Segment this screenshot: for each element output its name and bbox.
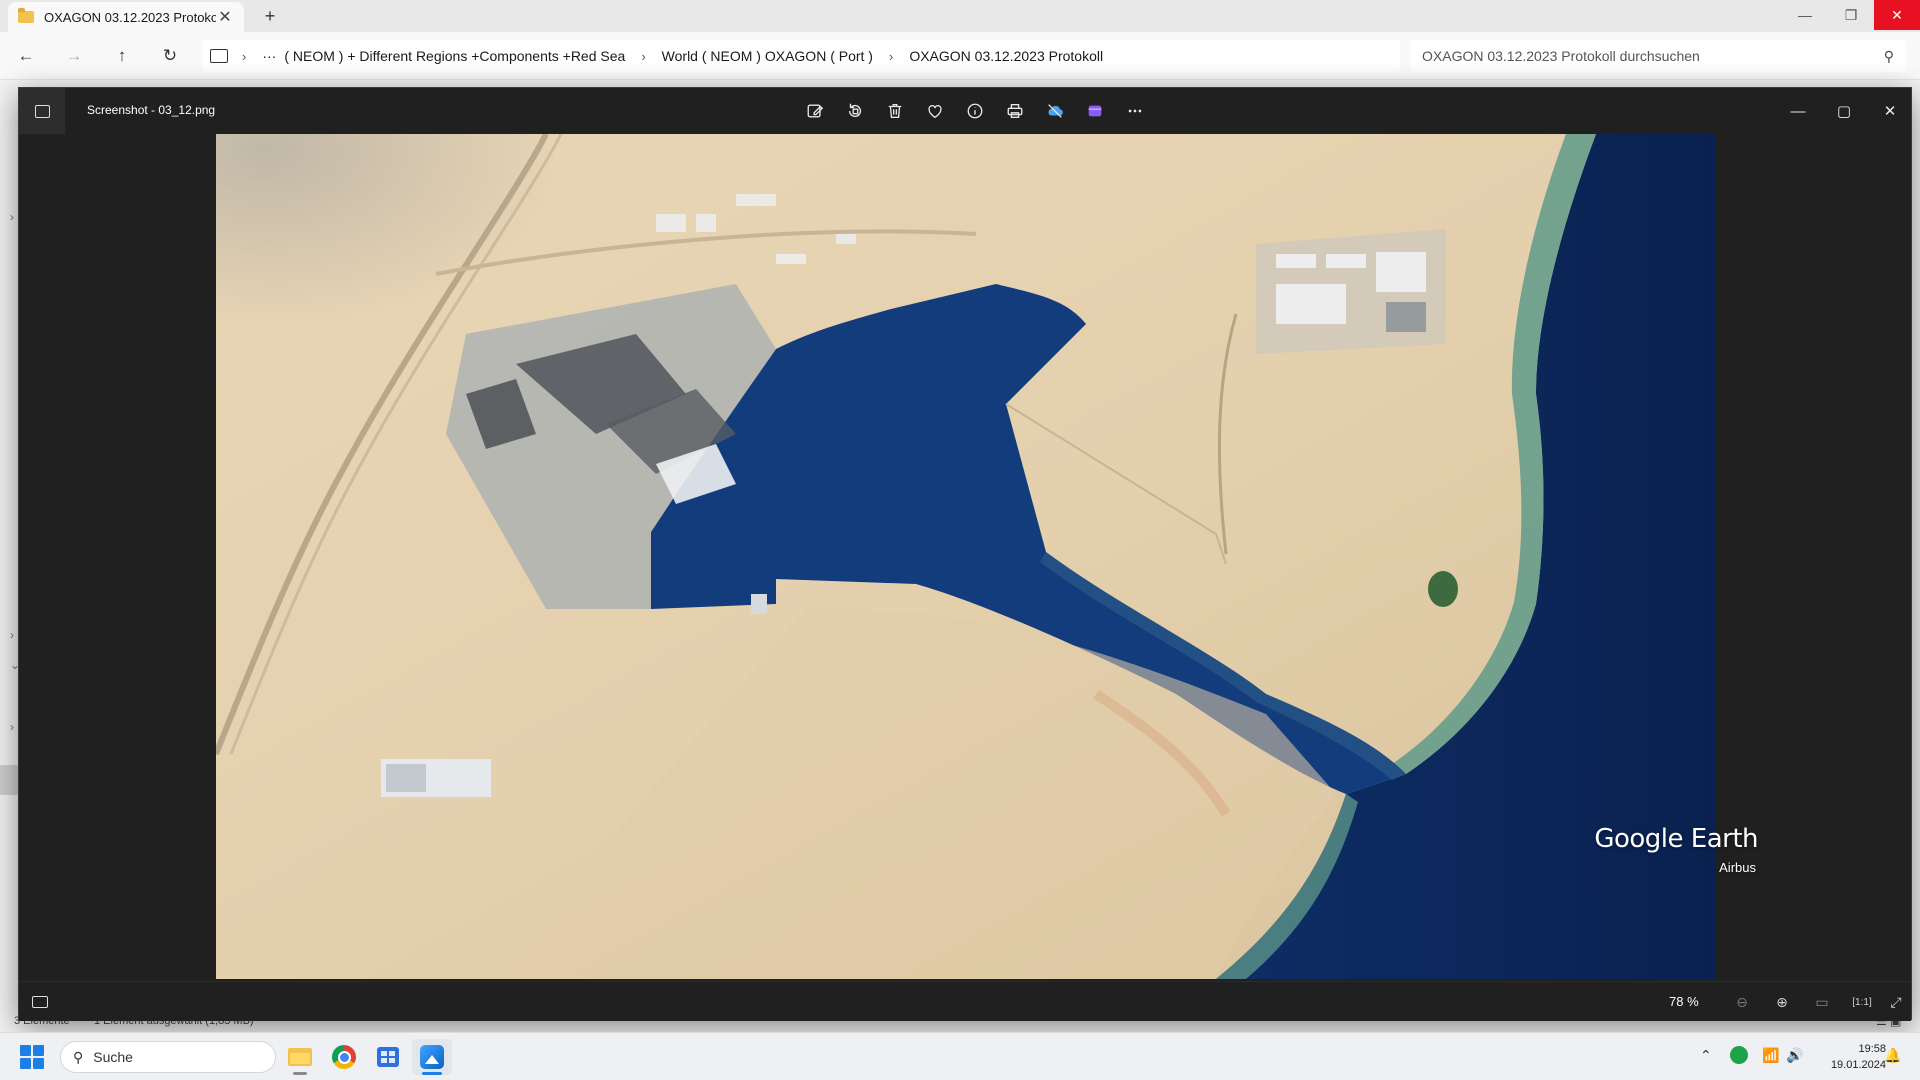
up-arrow-icon[interactable]: ↑ <box>110 44 134 68</box>
forward-arrow-icon[interactable]: → <box>62 44 86 68</box>
taskbar-file-explorer[interactable] <box>280 1039 320 1075</box>
filmstrip-icon <box>32 996 48 1008</box>
imagery-credit: Airbus <box>1719 860 1756 875</box>
file-name: Screenshot - 03_12.png <box>87 103 216 117</box>
zoom-level[interactable]: 78 % <box>1669 994 1699 1009</box>
viewer-minimize-button[interactable]: — <box>1775 88 1821 134</box>
viewer-toolbar <box>795 96 1155 126</box>
explorer-tab-bar: OXAGON 03.12.2023 Protokoll ✕ + — ❐ ✕ <box>0 0 1920 32</box>
taskbar-photos[interactable] <box>412 1039 452 1075</box>
search-placeholder: OXAGON 03.12.2023 Protokoll durchsuchen <box>1422 48 1700 64</box>
explorer-minimize-button[interactable]: — <box>1782 0 1828 30</box>
delete-icon[interactable] <box>875 96 915 126</box>
viewer-close-button[interactable]: ✕ <box>1867 88 1913 134</box>
search-icon: ⚲ <box>73 1048 84 1065</box>
breadcrumb[interactable]: › ··· ( NEOM ) + Different Regions +Comp… <box>202 40 1400 72</box>
close-tab-icon[interactable]: ✕ <box>216 7 234 27</box>
breadcrumb-item-oxagon-port[interactable]: World ( NEOM ) OXAGON ( Port ) <box>662 48 873 64</box>
google-earth-logo: Google Earth <box>1594 824 1758 854</box>
print-icon[interactable] <box>995 96 1035 126</box>
filmstrip-toggle-button[interactable] <box>29 992 51 1012</box>
expand-chevron-icon[interactable]: › <box>10 720 14 734</box>
explorer-close-button[interactable]: ✕ <box>1874 0 1920 30</box>
notification-bell-icon[interactable]: 🔔 <box>1884 1047 1901 1064</box>
new-tab-button[interactable]: + <box>258 4 282 28</box>
taskbar-search-box[interactable]: ⚲ Suche <box>60 1041 276 1073</box>
photos-viewer-window: Screenshot - 03_12.png — ▢ ✕ Google Eart… <box>18 87 1912 1021</box>
breadcrumb-overflow[interactable]: ··· <box>262 48 276 64</box>
viewer-maximize-button[interactable]: ▢ <box>1821 88 1867 134</box>
actual-size-icon[interactable]: [1:1] <box>1845 988 1879 1016</box>
viewer-title-bar: Screenshot - 03_12.png — ▢ ✕ <box>19 88 1911 134</box>
watermark: Google Earth Airbus <box>1594 824 1758 875</box>
selected-nav-item[interactable] <box>0 765 18 795</box>
fullscreen-icon[interactable]: ⤢ <box>1879 988 1913 1016</box>
taskbar-chrome[interactable] <box>324 1039 364 1075</box>
satellite-image-art <box>216 134 1716 979</box>
breadcrumb-item-protokoll[interactable]: OXAGON 03.12.2023 Protokoll <box>909 48 1103 64</box>
chevron-right-icon: › <box>242 48 247 64</box>
system-clock[interactable]: 19:58 19.01.2024 <box>1806 1041 1886 1073</box>
edit-icon[interactable] <box>795 96 835 126</box>
folder-icon <box>18 8 34 23</box>
satellite-photo <box>216 134 1716 979</box>
photos-icon <box>420 1045 444 1069</box>
zoom-in-icon[interactable]: ⊕ <box>1765 988 1799 1016</box>
taskbar-store[interactable] <box>368 1039 408 1075</box>
image-canvas[interactable]: Google Earth Airbus <box>19 134 1911 981</box>
viewer-bottom-bar: 78 % ⊖ ⊕ ▭ [1:1] ⤢ <box>19 981 1911 1021</box>
explorer-search-input[interactable]: OXAGON 03.12.2023 Protokoll durchsuchen … <box>1410 40 1906 72</box>
onedrive-icon[interactable] <box>1035 96 1075 126</box>
volume-icon[interactable]: 🔊 <box>1786 1047 1803 1064</box>
wifi-icon[interactable]: 📶 <box>1762 1047 1779 1064</box>
photos-app-icon <box>19 88 65 134</box>
fit-to-window-icon[interactable]: ▭ <box>1805 988 1839 1016</box>
windows-start-icon[interactable] <box>20 1045 44 1069</box>
search-icon: ⚲ <box>1883 47 1894 64</box>
expand-chevron-icon[interactable]: › <box>10 628 14 642</box>
security-shield-icon[interactable] <box>1730 1046 1748 1064</box>
taskbar-search-label: Suche <box>93 1049 133 1065</box>
chrome-icon <box>332 1045 356 1069</box>
store-icon <box>377 1047 399 1067</box>
zoom-out-icon[interactable]: ⊖ <box>1725 988 1759 1016</box>
favorite-icon[interactable] <box>915 96 955 126</box>
chevron-right-icon: › <box>888 48 894 64</box>
chevron-right-icon: › <box>641 48 646 64</box>
expand-chevron-icon[interactable]: › <box>10 210 14 224</box>
clock-time: 19:58 <box>1858 1043 1886 1055</box>
explorer-address-bar: ← → ↑ ↻ › ··· ( NEOM ) + Different Regio… <box>0 32 1920 80</box>
explorer-tab-title: OXAGON 03.12.2023 Protokoll <box>44 9 216 25</box>
explorer-tab[interactable]: OXAGON 03.12.2023 Protokoll ✕ <box>8 2 244 32</box>
navigation-pane-edge: › › ⌄ › <box>0 80 20 1020</box>
breadcrumb-item-regions[interactable]: ( NEOM ) + Different Regions +Components… <box>284 48 625 64</box>
taskbar: ⚲ Suche ⌃ 📶 🔊 19:58 19.01.2024 🔔 <box>0 1032 1920 1080</box>
refresh-icon[interactable]: ↻ <box>158 44 182 68</box>
rotate-icon[interactable] <box>835 96 875 126</box>
clipchamp-icon[interactable] <box>1075 96 1115 126</box>
file-explorer-icon <box>288 1048 312 1066</box>
more-icon[interactable] <box>1115 96 1155 126</box>
back-arrow-icon[interactable]: ← <box>14 44 38 68</box>
tray-overflow-chevron-icon[interactable]: ⌃ <box>1700 1047 1712 1064</box>
computer-icon <box>210 49 228 63</box>
info-icon[interactable] <box>955 96 995 126</box>
clock-date: 19.01.2024 <box>1830 1059 1886 1071</box>
explorer-restore-button[interactable]: ❐ <box>1828 0 1874 30</box>
